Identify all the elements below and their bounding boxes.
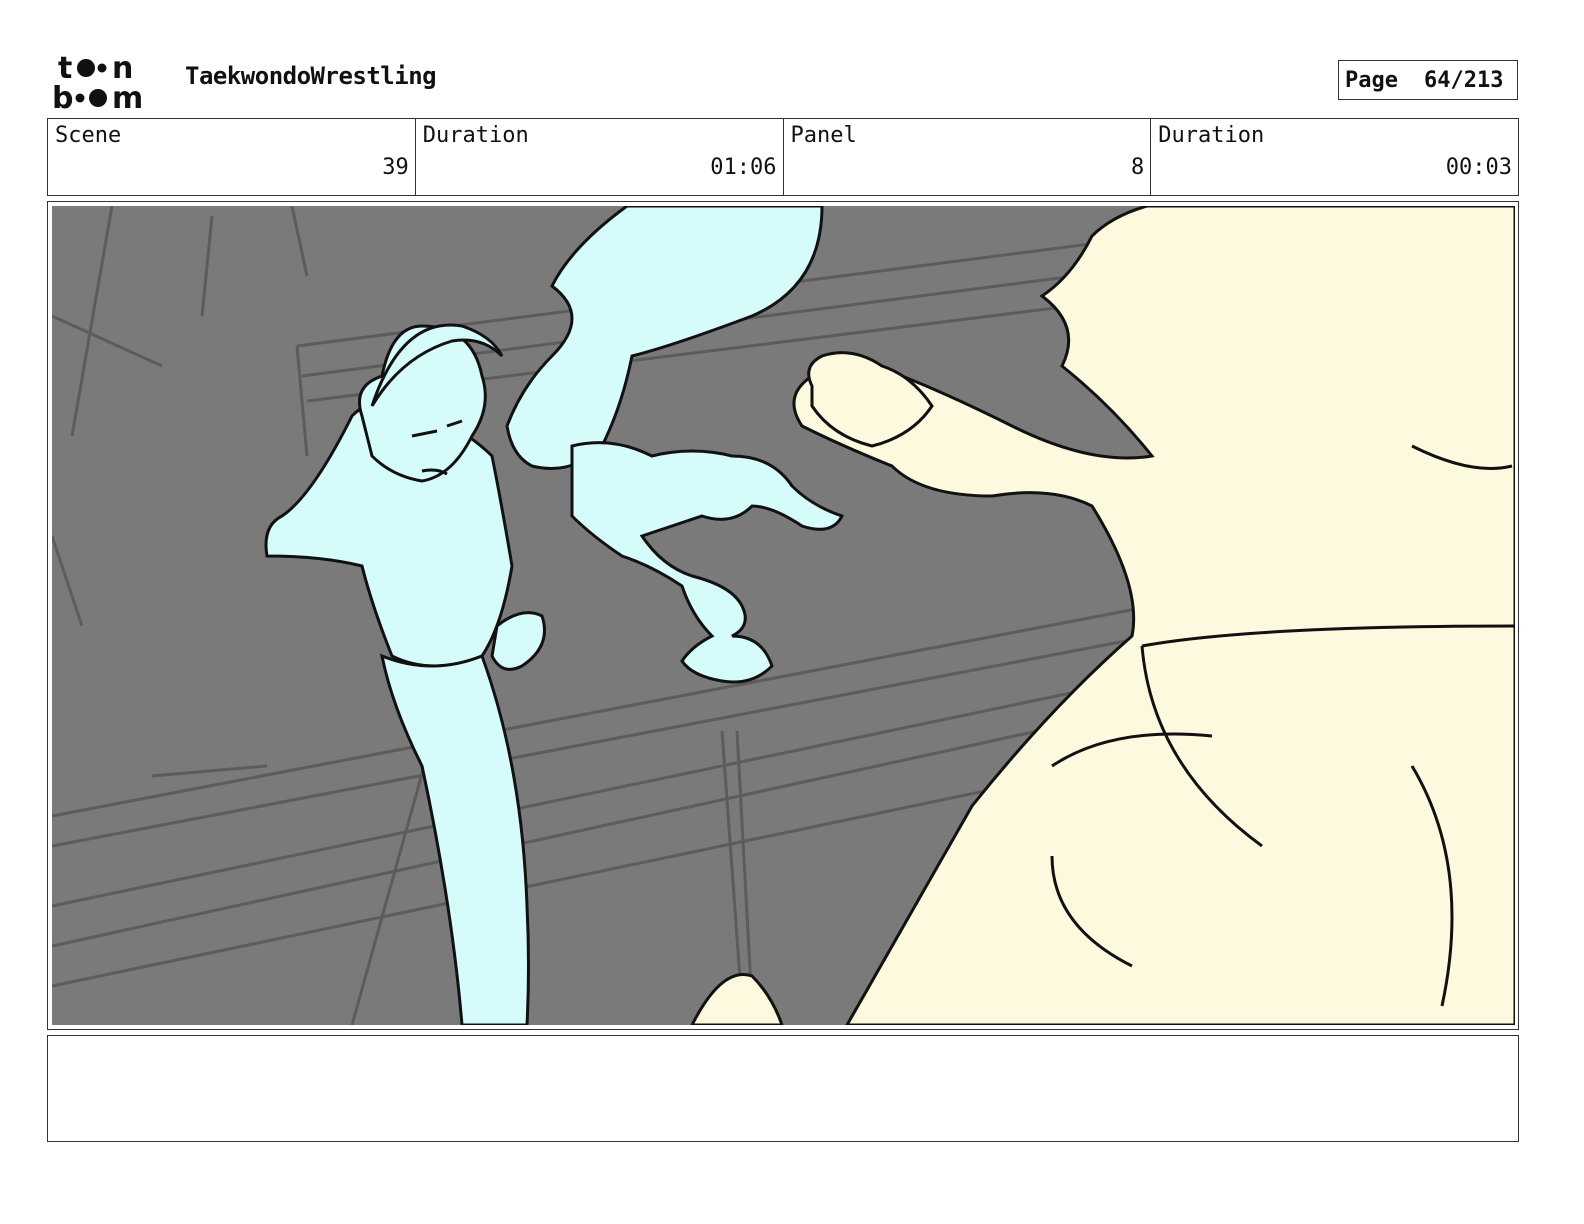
page-indicator: Page 64/213 [1338, 60, 1518, 100]
scene-info-table: Scene 39 Duration 01:06 Panel 8 Duration… [47, 118, 1519, 196]
logo-dot-small [97, 63, 107, 73]
panel-value: 8 [1131, 155, 1145, 180]
action-notes-box [47, 1035, 1519, 1142]
panel-duration-cell: Duration 00:03 [1151, 119, 1518, 195]
panel-label: Panel [790, 123, 857, 148]
panel-duration-value: 00:03 [1445, 155, 1512, 180]
scene-duration-value: 01:06 [710, 155, 777, 180]
project-title: TaekwondoWrestling [185, 62, 437, 90]
page-label: Page [1345, 67, 1398, 93]
scene-duration-label: Duration [422, 123, 529, 148]
logo-b: b [52, 81, 73, 112]
panel-cell: Panel 8 [784, 119, 1152, 195]
storyboard-panel-image [52, 206, 1515, 1025]
logo-dot-big [77, 59, 95, 77]
toonboom-logo: t n b m [52, 51, 143, 112]
scene-label: Scene [55, 123, 122, 148]
scene-duration-cell: Duration 01:06 [416, 119, 784, 195]
scene-value: 39 [382, 155, 409, 180]
page-number: 64/213 [1423, 67, 1504, 93]
scene-cell: Scene 39 [48, 119, 416, 195]
panel-duration-label: Duration [1158, 123, 1265, 148]
logo-m: m [112, 81, 143, 112]
